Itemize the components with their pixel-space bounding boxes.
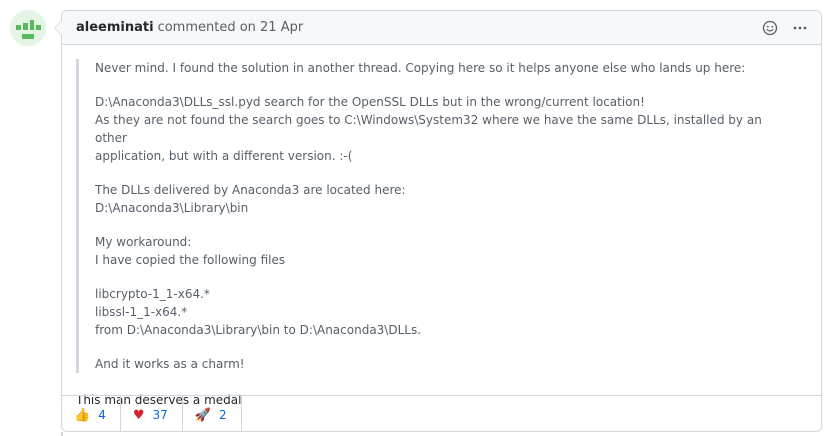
- quote-block: Never mind. I found the solution in anot…: [76, 59, 807, 373]
- quote-line: My workaround:: [95, 235, 192, 249]
- quote-line: D:\Anaconda3\DLLs_ssl.pyd search for the…: [95, 95, 645, 109]
- avatar[interactable]: [10, 10, 46, 46]
- author-link[interactable]: aleeminati: [76, 20, 154, 35]
- avatar-identicon-icon: [16, 20, 41, 39]
- quote-line: application, but with a different versio…: [95, 149, 353, 163]
- quote-line: And it works as a charm!: [95, 357, 245, 371]
- reaction-thumbs-up[interactable]: 👍 4: [62, 396, 121, 431]
- quote-line: The DLLs delivered by Anaconda3 are loca…: [95, 183, 406, 197]
- smiley-icon[interactable]: [761, 19, 779, 37]
- quote-line: libssl-1_1-x64.*: [95, 305, 188, 319]
- reaction-rocket[interactable]: 🚀 2: [183, 396, 242, 431]
- reactions-bar: 👍 4 ♥ 37 🚀 2: [62, 395, 821, 431]
- quote-line: libcrypto-1_1-x64.*: [95, 287, 210, 301]
- reaction-count: 4: [98, 408, 106, 422]
- reaction-heart[interactable]: ♥ 37: [121, 396, 183, 431]
- comment-header: aleeminati commented on 21 Apr: [62, 11, 821, 45]
- comment-meta[interactable]: commented on 21 Apr: [158, 20, 304, 35]
- quote-paragraph: libcrypto-1_1-x64.* libssl-1_1-x64.* fro…: [95, 285, 793, 339]
- quote-paragraph: D:\Anaconda3\DLLs_ssl.pyd search for the…: [95, 93, 793, 165]
- timeline-line: [61, 432, 63, 436]
- comment-caret-fill: [55, 20, 63, 36]
- comment: aleeminati commented on 21 Apr Never min…: [61, 10, 822, 432]
- quote-paragraph: Never mind. I found the solution in anot…: [95, 59, 793, 77]
- comment-body: Never mind. I found the solution in anot…: [62, 45, 821, 409]
- reaction-count: 2: [218, 408, 227, 422]
- quote-paragraph: And it works as a charm!: [95, 355, 793, 373]
- heart-icon: ♥: [132, 407, 145, 423]
- quote-paragraph: My workaround: I have copied the followi…: [95, 233, 793, 269]
- thumbs-up-icon: 👍: [74, 407, 91, 423]
- rocket-icon: 🚀: [194, 407, 211, 423]
- quote-line: Never mind. I found the solution in anot…: [95, 61, 746, 75]
- quote-line: from D:\Anaconda3\Library\bin to D:\Anac…: [95, 323, 422, 337]
- quote-line: As they are not found the search goes to…: [95, 113, 762, 145]
- kebab-horizontal-icon[interactable]: [791, 19, 809, 37]
- quote-line: D:\Anaconda3\Library\bin: [95, 201, 249, 215]
- reaction-count: 37: [152, 408, 168, 422]
- quote-paragraph: The DLLs delivered by Anaconda3 are loca…: [95, 181, 793, 217]
- quote-line: I have copied the following files: [95, 253, 286, 267]
